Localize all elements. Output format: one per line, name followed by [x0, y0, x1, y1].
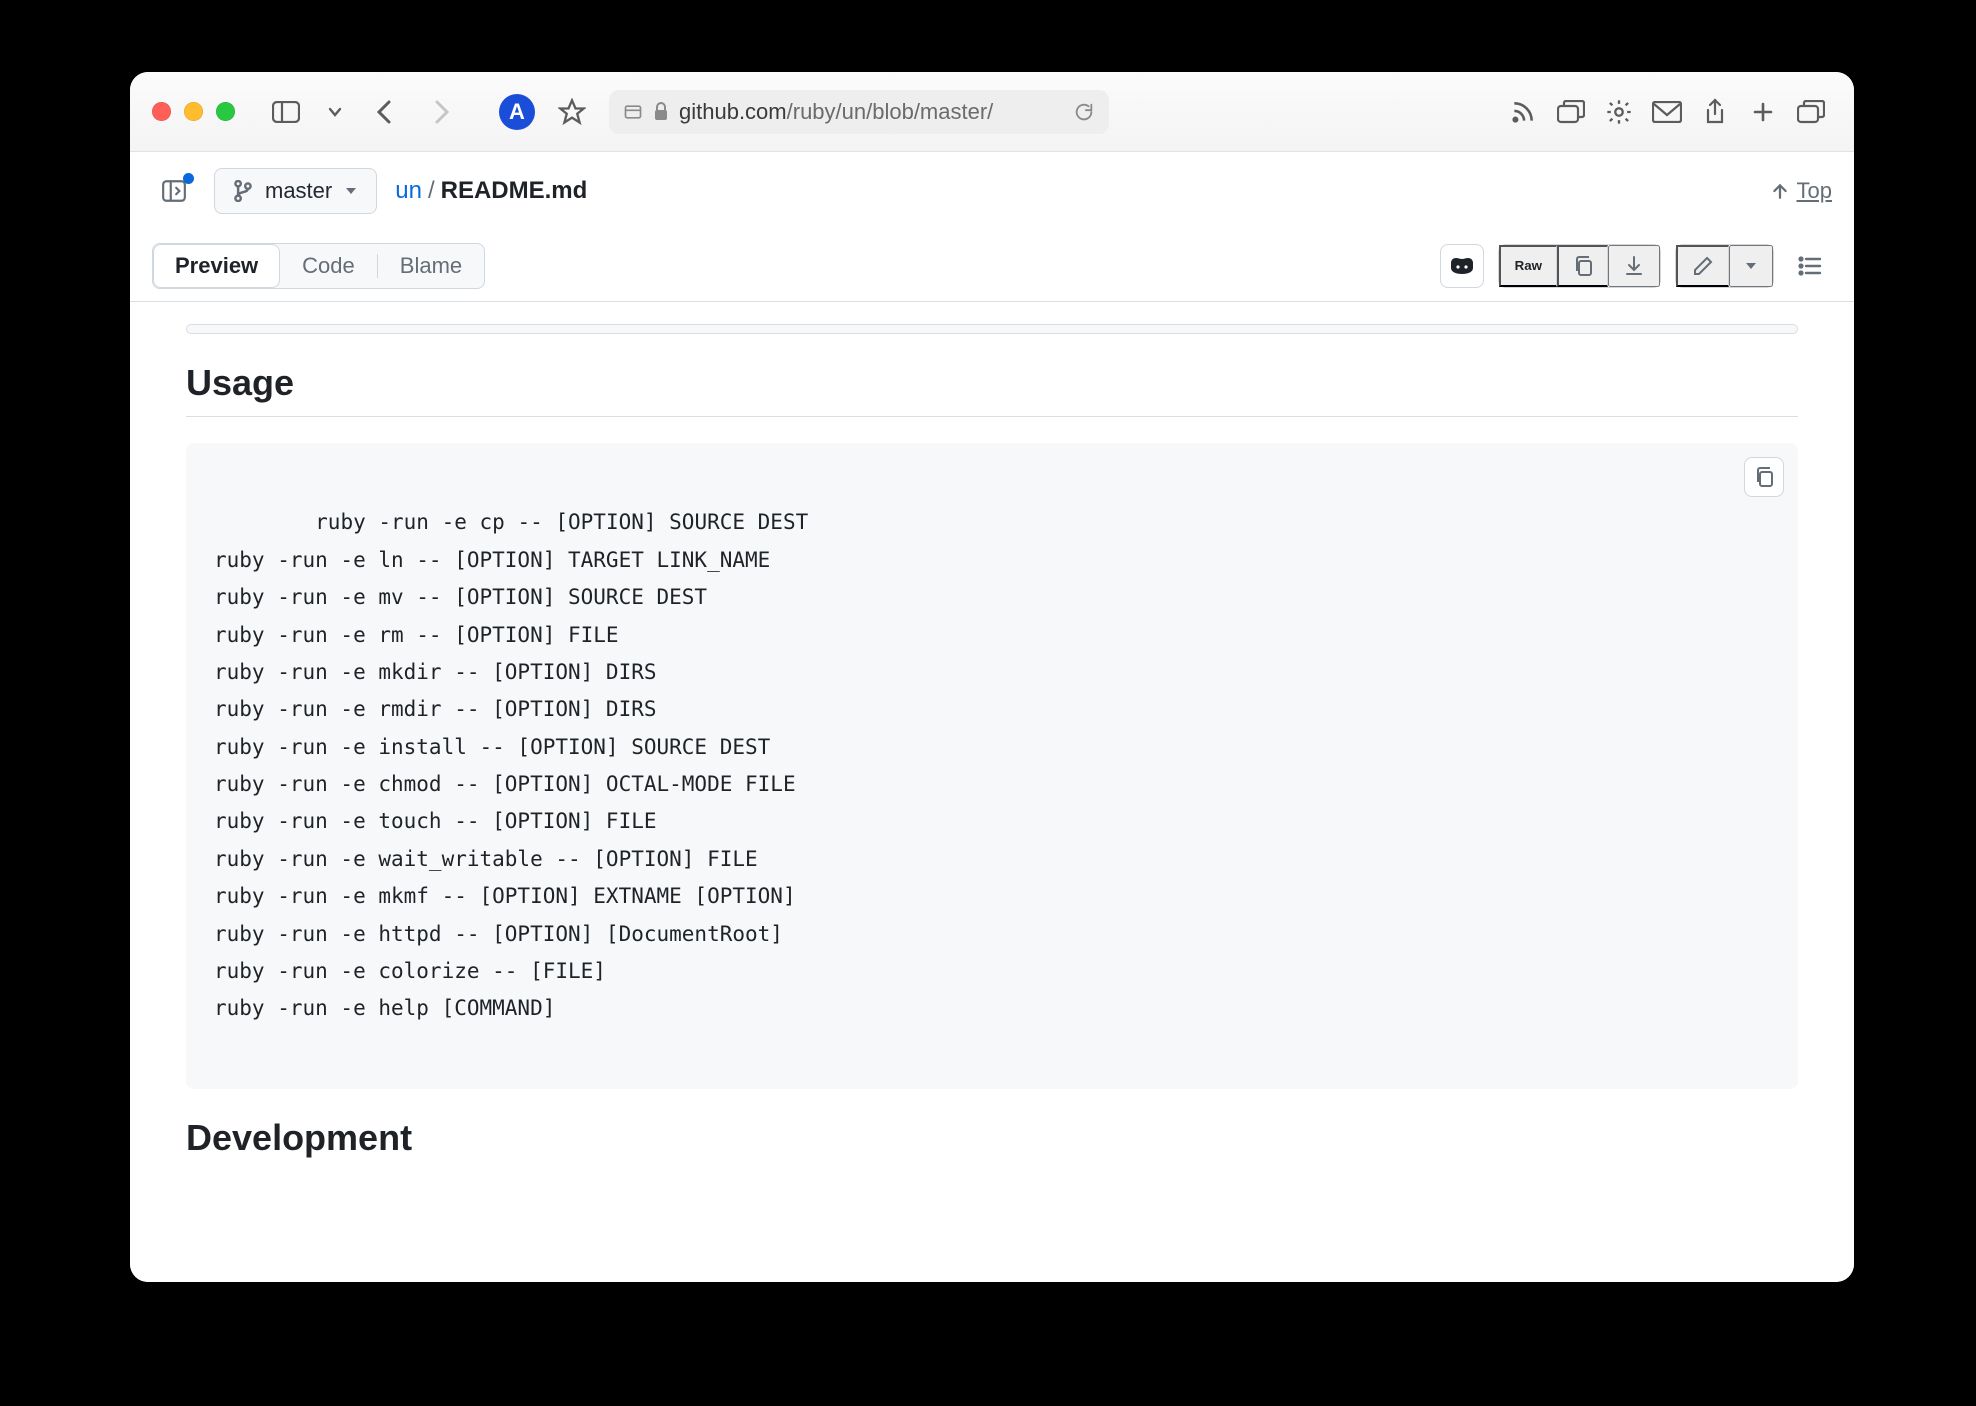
settings-gear-icon[interactable] [1598, 91, 1640, 133]
raw-group: Raw [1498, 244, 1661, 288]
copy-icon [1573, 255, 1593, 277]
branch-select[interactable]: master [214, 168, 377, 214]
raw-button[interactable]: Raw [1499, 245, 1557, 287]
tab-blame[interactable]: Blame [378, 244, 484, 288]
copilot-icon [1449, 254, 1475, 278]
git-branch-icon [233, 180, 253, 202]
scroll-to-top-link[interactable]: Top [1771, 178, 1832, 204]
notification-dot-icon [183, 173, 194, 184]
forward-button [421, 91, 463, 133]
profile-badge[interactable]: A [499, 94, 535, 130]
top-label: Top [1797, 178, 1832, 204]
copy-raw-button[interactable] [1557, 245, 1608, 287]
tab-group-chevron-icon[interactable] [323, 91, 347, 133]
overlapping-windows-icon[interactable] [1550, 91, 1592, 133]
view-segmented-control: Preview Code Blame [152, 243, 485, 289]
close-window-button[interactable] [152, 102, 171, 121]
lock-icon [653, 102, 669, 122]
chevron-down-icon [344, 186, 358, 196]
minimize-window-button[interactable] [184, 102, 203, 121]
address-bar[interactable]: github.com/ruby/un/blob/master/ [609, 90, 1109, 134]
window-controls [152, 102, 235, 121]
chevron-down-icon [1745, 262, 1757, 270]
branch-name: master [265, 178, 332, 204]
sidebar-toggle-icon[interactable] [265, 91, 307, 133]
usage-code-block: ruby -run -e cp -- [OPTION] SOURCE DEST … [186, 443, 1798, 1089]
edit-dropdown-button[interactable] [1729, 245, 1773, 287]
breadcrumb: un / README.md [395, 177, 587, 205]
bookmark-star-icon[interactable] [551, 91, 593, 133]
share-icon[interactable] [1694, 91, 1736, 133]
outline-button[interactable] [1788, 244, 1832, 288]
copilot-button[interactable] [1440, 244, 1484, 288]
file-view-toolbar: Preview Code Blame Raw [130, 230, 1854, 302]
edit-group [1675, 244, 1774, 288]
new-tab-icon[interactable] [1742, 91, 1784, 133]
readme-content: Usage ruby -run -e cp -- [OPTION] SOURCE… [130, 302, 1854, 1282]
reload-icon[interactable] [1073, 101, 1095, 123]
pencil-icon [1692, 255, 1714, 277]
tab-overview-icon[interactable] [1790, 91, 1832, 133]
list-icon [1798, 256, 1822, 276]
browser-window: A github.com/ruby/un/blob/master/ [130, 72, 1854, 1282]
breadcrumb-root-link[interactable]: un [395, 177, 422, 205]
download-raw-button[interactable] [1608, 245, 1660, 287]
breadcrumb-current: README.md [441, 177, 588, 205]
fullscreen-window-button[interactable] [216, 102, 235, 121]
copy-icon [1754, 466, 1774, 488]
back-button[interactable] [363, 91, 405, 133]
url-text: github.com/ruby/un/blob/master/ [679, 99, 993, 125]
download-icon [1624, 255, 1644, 277]
file-header: master un / README.md Top [130, 152, 1854, 230]
privacy-report-icon [623, 102, 643, 122]
collapsed-block [186, 324, 1798, 334]
file-tree-toggle[interactable] [152, 169, 196, 213]
feed-icon[interactable] [1502, 91, 1544, 133]
edit-file-button[interactable] [1676, 245, 1729, 287]
arrow-up-icon [1771, 182, 1789, 200]
heading-development: Development [186, 1117, 1798, 1171]
mail-icon[interactable] [1646, 91, 1688, 133]
tab-code[interactable]: Code [280, 244, 377, 288]
heading-usage: Usage [186, 362, 1798, 417]
code-text: ruby -run -e cp -- [OPTION] SOURCE DEST … [214, 510, 808, 1020]
titlebar: A github.com/ruby/un/blob/master/ [130, 72, 1854, 152]
breadcrumb-separator: / [428, 177, 435, 205]
copy-code-button[interactable] [1744, 457, 1784, 497]
tab-preview[interactable]: Preview [153, 244, 280, 288]
